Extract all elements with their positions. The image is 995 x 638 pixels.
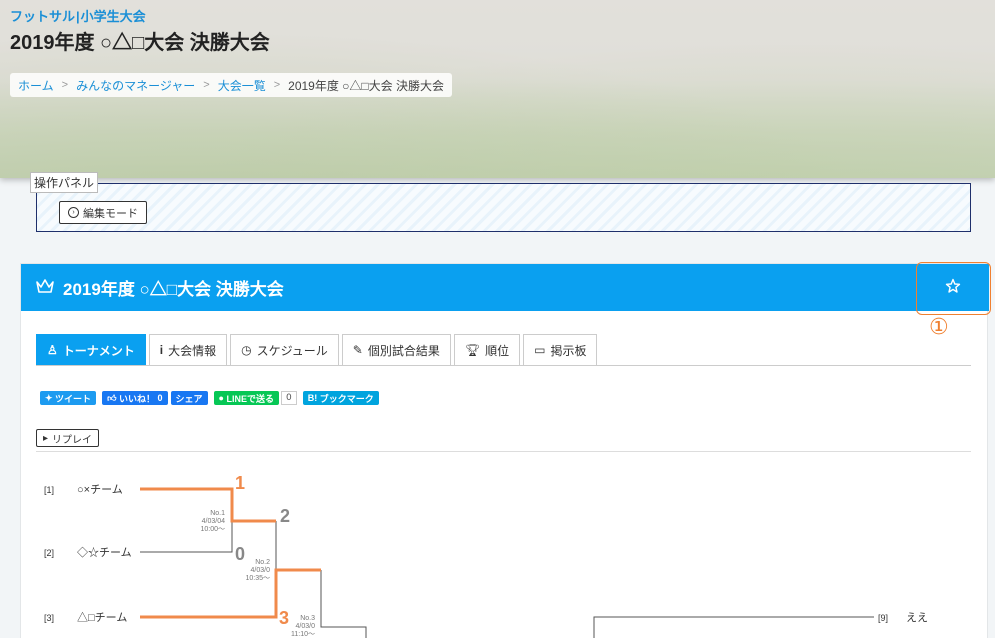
score-winner: 3: [279, 608, 289, 628]
team-seed: [9]: [878, 613, 888, 623]
breadcrumb-home[interactable]: ホーム: [18, 77, 54, 94]
score-winner: 1: [235, 473, 245, 493]
score-loser: 0: [235, 544, 245, 564]
match-number[interactable]: No.1: [210, 510, 225, 517]
bracket-line-loser: [320, 570, 367, 638]
chevron-right-icon: >: [61, 79, 69, 91]
match-date: 4/03/0: [251, 567, 271, 574]
bracket-line-winner: [140, 568, 321, 619]
control-panel-label: 操作パネル: [30, 172, 99, 193]
match-number[interactable]: No.2: [255, 559, 270, 566]
score-loser: 2: [280, 506, 290, 526]
match-time: 11:10～: [291, 631, 315, 638]
match-date: 4/03/0: [296, 623, 316, 630]
annotation-number: ①: [929, 315, 949, 340]
breadcrumb-manager[interactable]: みんなのマネージャー: [76, 77, 195, 94]
team-name[interactable]: ええ: [906, 611, 928, 624]
page-title: 2019年度 ○△□大会 決勝大会: [10, 32, 270, 54]
bracket-line-right: [593, 616, 874, 638]
team-name[interactable]: ◇☆チーム: [77, 546, 132, 559]
match-number[interactable]: No.3: [300, 615, 315, 622]
breadcrumb-current: 2019年度 ○△□大会 決勝大会: [288, 78, 445, 93]
team-seed: [3]: [44, 613, 54, 623]
chevron-right-icon: >: [203, 79, 210, 91]
sport-category: フットサル|小学生大会: [10, 6, 146, 25]
team-seed: [1]: [44, 485, 54, 495]
match-date: 4/03/04: [202, 518, 225, 525]
match-time: 10:00～: [200, 526, 225, 533]
chevron-right-icon: >: [273, 79, 281, 91]
breadcrumb: ホーム > みんなのマネージャー > 大会一覧 > 2019年度 ○△□大会 決…: [10, 73, 453, 97]
annotation-highlight: [916, 262, 991, 315]
team-seed: [2]: [44, 548, 54, 558]
match-time: 10:35～: [245, 575, 270, 582]
breadcrumb-list[interactable]: 大会一覧: [218, 77, 266, 94]
team-name[interactable]: △□チーム: [77, 611, 127, 624]
bracket-line-winner: [140, 487, 276, 523]
sport-link[interactable]: フットサル: [10, 9, 75, 24]
team-name[interactable]: ○×チーム: [77, 483, 123, 496]
category-link[interactable]: 小学生大会: [81, 9, 146, 24]
